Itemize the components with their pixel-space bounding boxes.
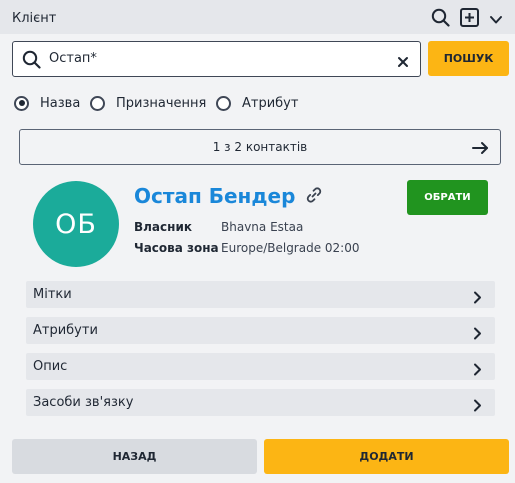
- avatar: ОБ: [33, 181, 119, 267]
- arrow-right-icon[interactable]: [472, 140, 489, 159]
- chevron-right-icon: [473, 397, 482, 416]
- link-icon[interactable]: [305, 186, 323, 208]
- timezone-value: Europe/Belgrade 02:00: [221, 241, 360, 255]
- section-label: Атрибути: [33, 323, 98, 338]
- radio-name[interactable]: Назва: [14, 94, 80, 112]
- client-panel: Клієнт Остап* ПОШУК Назва Призначення Ат…: [0, 0, 515, 483]
- search-input-value[interactable]: Остап*: [49, 51, 97, 66]
- section-attributes[interactable]: Атрибути: [26, 317, 495, 344]
- select-contact-button[interactable]: ОБРАТИ: [407, 180, 488, 215]
- search-mode-group: Назва Призначення Атрибут: [14, 94, 314, 112]
- search-icon[interactable]: [431, 8, 450, 31]
- owner-value: Bhavna Estaa: [221, 220, 304, 234]
- radio-attribute[interactable]: Атрибут: [216, 94, 298, 112]
- panel-title: Клієнт: [12, 11, 57, 26]
- chevron-down-icon[interactable]: [489, 11, 503, 30]
- search-input[interactable]: Остап*: [12, 41, 421, 77]
- add-button[interactable]: ДОДАТИ: [264, 439, 509, 474]
- back-button[interactable]: НАЗАД: [12, 439, 257, 474]
- add-square-icon[interactable]: [460, 8, 479, 31]
- section-label: Мітки: [33, 287, 72, 302]
- search-field-icon: [22, 50, 41, 73]
- section-tags[interactable]: Мітки: [26, 281, 495, 308]
- radio-unchecked-icon[interactable]: [90, 95, 105, 111]
- chevron-right-icon: [473, 289, 482, 308]
- contact-name-link[interactable]: Остап Бендер: [134, 184, 295, 208]
- section-label: Опис: [33, 359, 68, 374]
- radio-unchecked-icon[interactable]: [216, 95, 231, 111]
- avatar-initials: ОБ: [55, 208, 97, 240]
- radio-label: Призначення: [116, 95, 207, 111]
- pager-text: 1 з 2 контактів: [212, 140, 308, 154]
- results-pager[interactable]: 1 з 2 контактів: [19, 129, 501, 165]
- chevron-right-icon: [473, 361, 482, 380]
- radio-label: Атрибут: [242, 95, 299, 111]
- chevron-right-icon: [473, 325, 482, 344]
- section-contact-means[interactable]: Засоби зв'язку: [26, 389, 495, 416]
- search-button[interactable]: ПОШУК: [428, 41, 509, 76]
- panel-header: Клієнт: [0, 0, 515, 34]
- section-label: Засоби зв'язку: [33, 395, 134, 410]
- radio-checked-icon[interactable]: [14, 95, 29, 111]
- radio-purpose[interactable]: Призначення: [90, 94, 206, 112]
- timezone-label: Часова зона: [134, 241, 219, 255]
- close-icon[interactable]: [397, 53, 409, 72]
- section-description[interactable]: Опис: [26, 353, 495, 380]
- owner-label: Власник: [134, 220, 192, 234]
- radio-label: Назва: [40, 95, 81, 111]
